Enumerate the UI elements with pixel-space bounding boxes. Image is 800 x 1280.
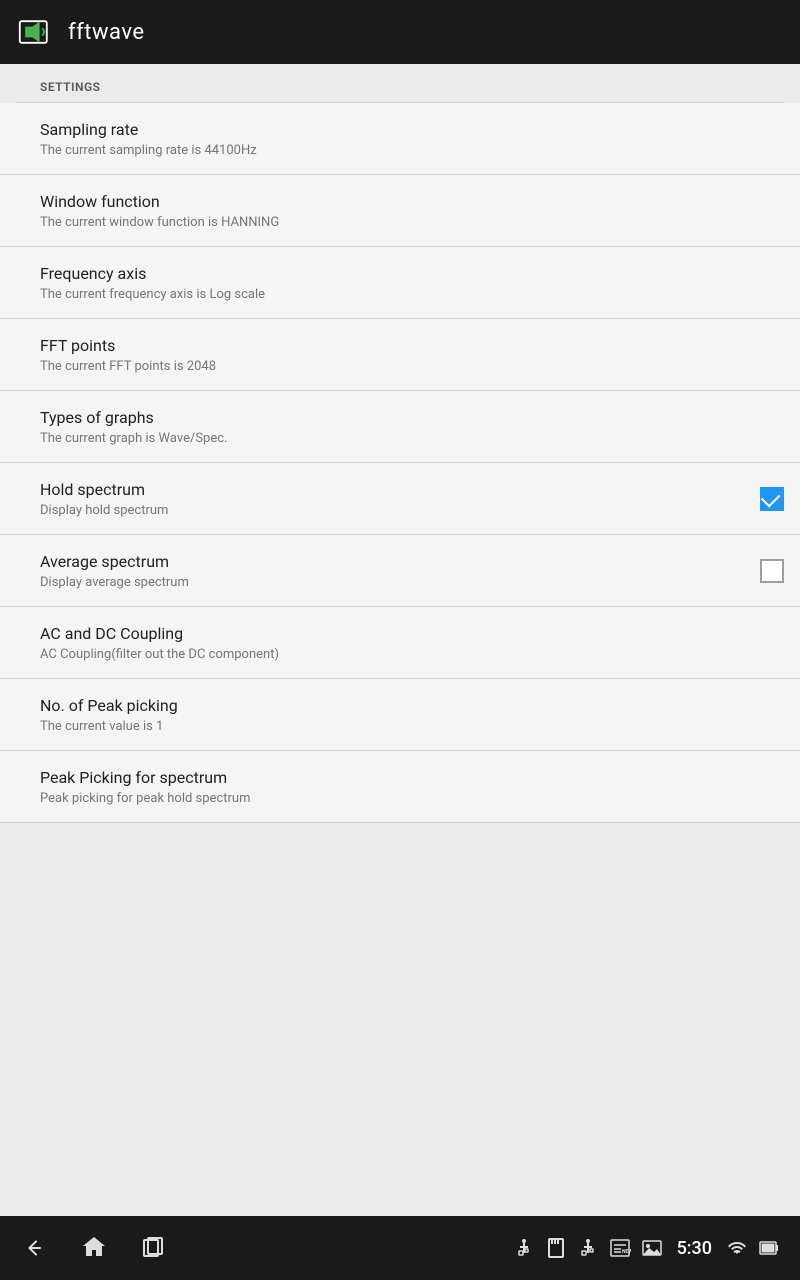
status-time: 5:30 — [677, 1238, 712, 1259]
setting-item-ac-dc-coupling[interactable]: AC and DC Coupling AC Coupling(filter ou… — [0, 607, 800, 679]
settings-section: SETTINGS Sampling rate The current sampl… — [0, 64, 800, 823]
checkbox-average-spectrum[interactable] — [760, 559, 784, 583]
setting-subtitle-ac-dc-coupling: AC Coupling(filter out the DC component) — [40, 647, 784, 662]
home-button[interactable] — [80, 1234, 108, 1262]
setting-item-hold-spectrum[interactable]: Hold spectrum Display hold spectrum — [0, 463, 800, 535]
settings-content: SETTINGS Sampling rate The current sampl… — [0, 64, 800, 1216]
setting-text-frequency-axis: Frequency axis The current frequency axi… — [40, 264, 784, 302]
nav-bar: NEWS 5:30 — [0, 1216, 800, 1280]
setting-item-fft-points[interactable]: FFT points The current FFT points is 204… — [0, 319, 800, 391]
svg-text:NEWS: NEWS — [622, 1249, 631, 1255]
news-icon: NEWS — [609, 1237, 631, 1259]
setting-subtitle-hold-spectrum: Display hold spectrum — [40, 503, 744, 518]
settings-header: SETTINGS — [0, 64, 800, 102]
setting-text-average-spectrum: Average spectrum Display average spectru… — [40, 552, 744, 590]
usb-icon-2 — [577, 1237, 599, 1259]
setting-subtitle-no-peak-picking: The current value is 1 — [40, 719, 784, 734]
setting-subtitle-average-spectrum: Display average spectrum — [40, 575, 744, 590]
setting-item-sampling-rate[interactable]: Sampling rate The current sampling rate … — [0, 103, 800, 175]
setting-item-types-of-graphs[interactable]: Types of graphs The current graph is Wav… — [0, 391, 800, 463]
recents-button[interactable] — [140, 1234, 168, 1262]
app-title: fftwave — [68, 20, 145, 45]
setting-text-window-function: Window function The current window funct… — [40, 192, 784, 230]
setting-item-window-function[interactable]: Window function The current window funct… — [0, 175, 800, 247]
setting-text-ac-dc-coupling: AC and DC Coupling AC Coupling(filter ou… — [40, 624, 784, 662]
setting-text-types-of-graphs: Types of graphs The current graph is Wav… — [40, 408, 784, 446]
setting-title-window-function: Window function — [40, 192, 784, 211]
setting-text-peak-picking-spectrum: Peak Picking for spectrum Peak picking f… — [40, 768, 784, 806]
wifi-icon — [726, 1237, 748, 1259]
setting-subtitle-fft-points: The current FFT points is 2048 — [40, 359, 784, 374]
nav-left — [20, 1234, 168, 1262]
setting-title-no-peak-picking: No. of Peak picking — [40, 696, 784, 715]
back-button[interactable] — [20, 1234, 48, 1262]
setting-item-frequency-axis[interactable]: Frequency axis The current frequency axi… — [0, 247, 800, 319]
app-icon — [16, 12, 56, 52]
app-bar: fftwave — [0, 0, 800, 64]
setting-item-peak-picking-spectrum[interactable]: Peak Picking for spectrum Peak picking f… — [0, 751, 800, 823]
setting-subtitle-window-function: The current window function is HANNING — [40, 215, 784, 230]
setting-text-no-peak-picking: No. of Peak picking The current value is… — [40, 696, 784, 734]
setting-subtitle-types-of-graphs: The current graph is Wave/Spec. — [40, 431, 784, 446]
sd-card-icon — [545, 1237, 567, 1259]
setting-subtitle-sampling-rate: The current sampling rate is 44100Hz — [40, 143, 784, 158]
setting-item-no-peak-picking[interactable]: No. of Peak picking The current value is… — [0, 679, 800, 751]
setting-title-fft-points: FFT points — [40, 336, 784, 355]
setting-text-fft-points: FFT points The current FFT points is 204… — [40, 336, 784, 374]
setting-title-sampling-rate: Sampling rate — [40, 120, 784, 139]
setting-title-peak-picking-spectrum: Peak Picking for spectrum — [40, 768, 784, 787]
setting-text-hold-spectrum: Hold spectrum Display hold spectrum — [40, 480, 744, 518]
setting-title-average-spectrum: Average spectrum — [40, 552, 744, 571]
setting-title-ac-dc-coupling: AC and DC Coupling — [40, 624, 784, 643]
settings-list: Sampling rate The current sampling rate … — [0, 103, 800, 823]
checkbox-hold-spectrum[interactable] — [760, 487, 784, 511]
setting-title-hold-spectrum: Hold spectrum — [40, 480, 744, 499]
setting-item-average-spectrum[interactable]: Average spectrum Display average spectru… — [0, 535, 800, 607]
nav-right: NEWS 5:30 — [513, 1237, 780, 1259]
setting-subtitle-frequency-axis: The current frequency axis is Log scale — [40, 287, 784, 302]
setting-title-frequency-axis: Frequency axis — [40, 264, 784, 283]
setting-text-sampling-rate: Sampling rate The current sampling rate … — [40, 120, 784, 158]
usb-icon — [513, 1237, 535, 1259]
image-icon — [641, 1237, 663, 1259]
setting-title-types-of-graphs: Types of graphs — [40, 408, 784, 427]
battery-icon — [758, 1237, 780, 1259]
setting-subtitle-peak-picking-spectrum: Peak picking for peak hold spectrum — [40, 791, 784, 806]
